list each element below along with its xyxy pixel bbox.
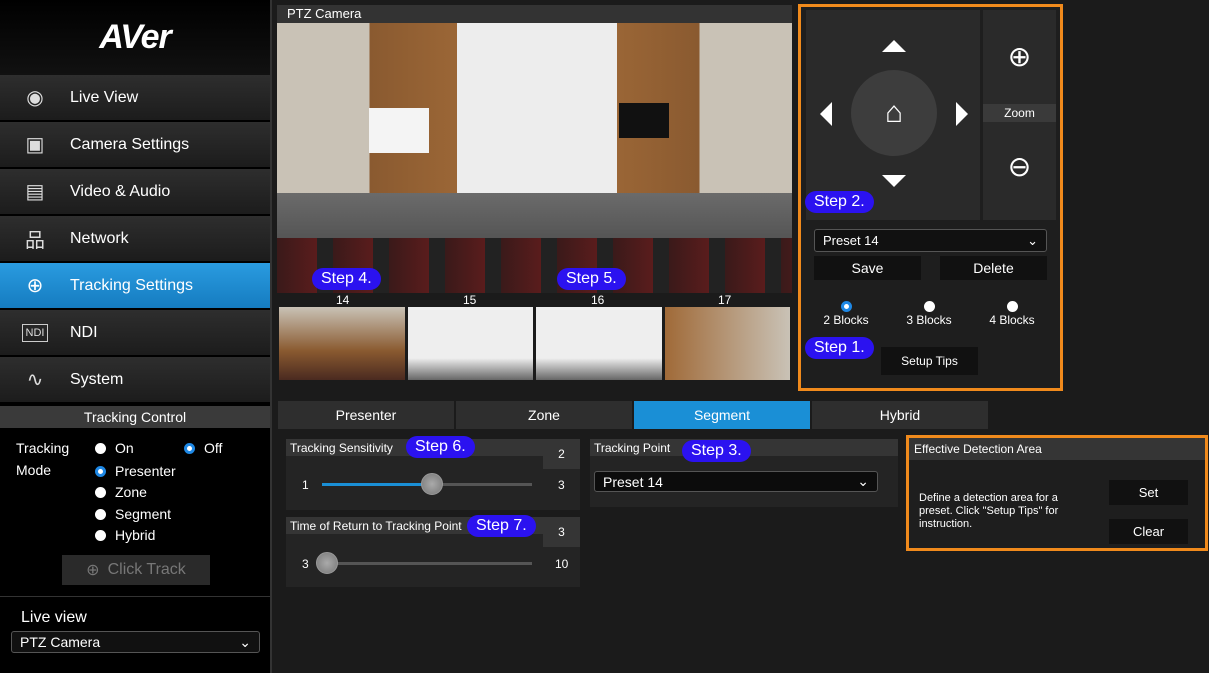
nav-label: System [70, 370, 124, 388]
zoom-out-button[interactable]: ⊖ [983, 150, 1056, 183]
ndi-icon: NDI [0, 323, 70, 342]
preset-select[interactable]: Preset 14 ⌄ [814, 229, 1047, 252]
tracking-label: Tracking [16, 440, 70, 456]
camera-title: PTZ Camera [277, 5, 792, 23]
up-arrow-button[interactable] [882, 40, 906, 52]
pan-tilt-pad: ⌂ [806, 10, 980, 220]
tab-zone[interactable]: Zone [456, 401, 632, 429]
nav-label: Live View [70, 88, 139, 106]
sensitivity-min: 1 [302, 478, 309, 492]
nav-label: Network [70, 229, 129, 247]
home-icon: ⌂ [884, 96, 904, 129]
nav-network[interactable]: 品 Network [0, 216, 270, 262]
nav-label: Camera Settings [70, 135, 190, 153]
segment-labels: 14 15 16 17 [336, 293, 732, 307]
sensitivity-slider-fill [322, 483, 432, 486]
set-button[interactable]: Set [1109, 480, 1188, 505]
blocks-4-radio[interactable]: 4 Blocks [977, 299, 1047, 327]
tracking-point-select[interactable]: Preset 14 ⌄ [594, 471, 878, 492]
target-icon: ⊕ [86, 562, 100, 579]
return-time-slider-thumb[interactable] [316, 552, 338, 574]
divider [0, 596, 270, 597]
sidebar: AVer ◉ Live View ▣ Camera Settings ▤ Video … [0, 0, 272, 673]
return-time-max: 10 [555, 557, 569, 571]
return-time-slider-track[interactable] [322, 562, 532, 565]
nav-ndi[interactable]: NDI NDI [0, 310, 270, 356]
tab-hybrid[interactable]: Hybrid [812, 401, 988, 429]
thumbnail-16[interactable] [536, 307, 662, 380]
camera-live-view[interactable] [277, 23, 792, 293]
nav-label: NDI [70, 323, 98, 341]
step-1-badge: Step 1. [805, 337, 874, 359]
detection-description: Define a detection area for a preset. Cl… [919, 492, 1059, 530]
tab-segment[interactable]: Segment [634, 401, 810, 429]
clear-button[interactable]: Clear [1109, 519, 1188, 544]
chevron-down-icon: ⌄ [1027, 232, 1038, 248]
return-time-panel: Time of Return to Tracking Point 3 3 10 [286, 517, 580, 587]
step-4-badge: Step 4. [312, 268, 381, 290]
blocks-3-radio[interactable]: 3 Blocks [894, 299, 964, 327]
step-6-badge: Step 6. [406, 436, 475, 458]
step-3-badge: Step 3. [682, 440, 751, 462]
mode-segment-radio[interactable]: Segment [95, 506, 171, 522]
return-time-min: 3 [302, 557, 309, 571]
down-arrow-button[interactable] [882, 175, 906, 187]
mode-zone-radio[interactable]: Zone [95, 484, 147, 500]
thumbnail-15[interactable] [407, 307, 533, 380]
nav-system[interactable]: ∿ System [0, 357, 270, 403]
sensitivity-slider-thumb[interactable] [421, 473, 443, 495]
tracking-control-title: Tracking Control [0, 406, 270, 428]
zoom-label: Zoom [983, 104, 1056, 122]
step-7-badge: Step 7. [467, 515, 536, 537]
step-5-badge: Step 5. [557, 268, 626, 290]
sensitivity-max: 3 [558, 478, 565, 492]
projection-screen [457, 23, 617, 193]
effective-detection-area-panel: Effective Detection Area Define a detect… [906, 435, 1208, 551]
nav-tracking-settings[interactable]: ⊕ Tracking Settings [0, 263, 270, 309]
right-arrow-button[interactable] [956, 102, 968, 126]
delete-button[interactable]: Delete [940, 256, 1047, 280]
setup-tips-button[interactable]: Setup Tips [881, 347, 978, 375]
chevron-down-icon: ⌄ [857, 473, 869, 489]
nav-video-audio[interactable]: ▤ Video & Audio [0, 169, 270, 215]
tracking-on-radio[interactable]: On [95, 440, 134, 456]
eye-icon: ◉ [26, 87, 44, 109]
save-button[interactable]: Save [814, 256, 921, 280]
detection-title: Effective Detection Area [909, 438, 1205, 460]
nav-live-view[interactable]: ◉ Live View [0, 75, 270, 121]
pulse-icon: ∿ [26, 369, 44, 391]
image-icon: ▣ [25, 134, 45, 156]
home-button[interactable]: ⌂ [851, 70, 937, 156]
network-icon: 品 [25, 230, 45, 252]
segment-thumbnails [279, 307, 790, 380]
sensitivity-value: 2 [543, 439, 580, 469]
zoom-in-button[interactable]: ⊕ [983, 40, 1056, 73]
left-arrow-button[interactable] [820, 102, 832, 126]
mode-presenter-radio[interactable]: Presenter [95, 463, 176, 479]
mode-hybrid-radio[interactable]: Hybrid [95, 527, 155, 543]
zoom-column: ⊕ Zoom ⊖ [983, 10, 1056, 220]
video-audio-icon: ▤ [25, 181, 45, 203]
nav-label: Video & Audio [70, 182, 171, 200]
mode-label: Mode [16, 462, 52, 478]
blocks-2-radio[interactable]: 2 Blocks [811, 299, 881, 327]
nav-label: Tracking Settings [70, 276, 194, 294]
monitor [619, 103, 669, 138]
whiteboard [369, 108, 429, 153]
live-view-label: Live view [21, 609, 87, 626]
chevron-down-icon: ⌄ [239, 633, 251, 650]
return-time-value: 3 [543, 517, 580, 547]
thumbnail-17[interactable] [664, 307, 790, 380]
nav-camera-settings[interactable]: ▣ Camera Settings [0, 122, 270, 168]
aver-logo: AVer [0, 0, 270, 75]
click-track-button[interactable]: ⊕ Click Track [62, 555, 210, 585]
live-view-select[interactable]: PTZ Camera ⌄ [11, 631, 260, 653]
step-2-badge: Step 2. [805, 191, 874, 213]
tab-presenter[interactable]: Presenter [278, 401, 454, 429]
tracking-off-radio[interactable]: Off [184, 440, 222, 456]
crosshair-icon: ⊕ [26, 275, 44, 297]
thumbnail-14[interactable] [279, 307, 405, 380]
